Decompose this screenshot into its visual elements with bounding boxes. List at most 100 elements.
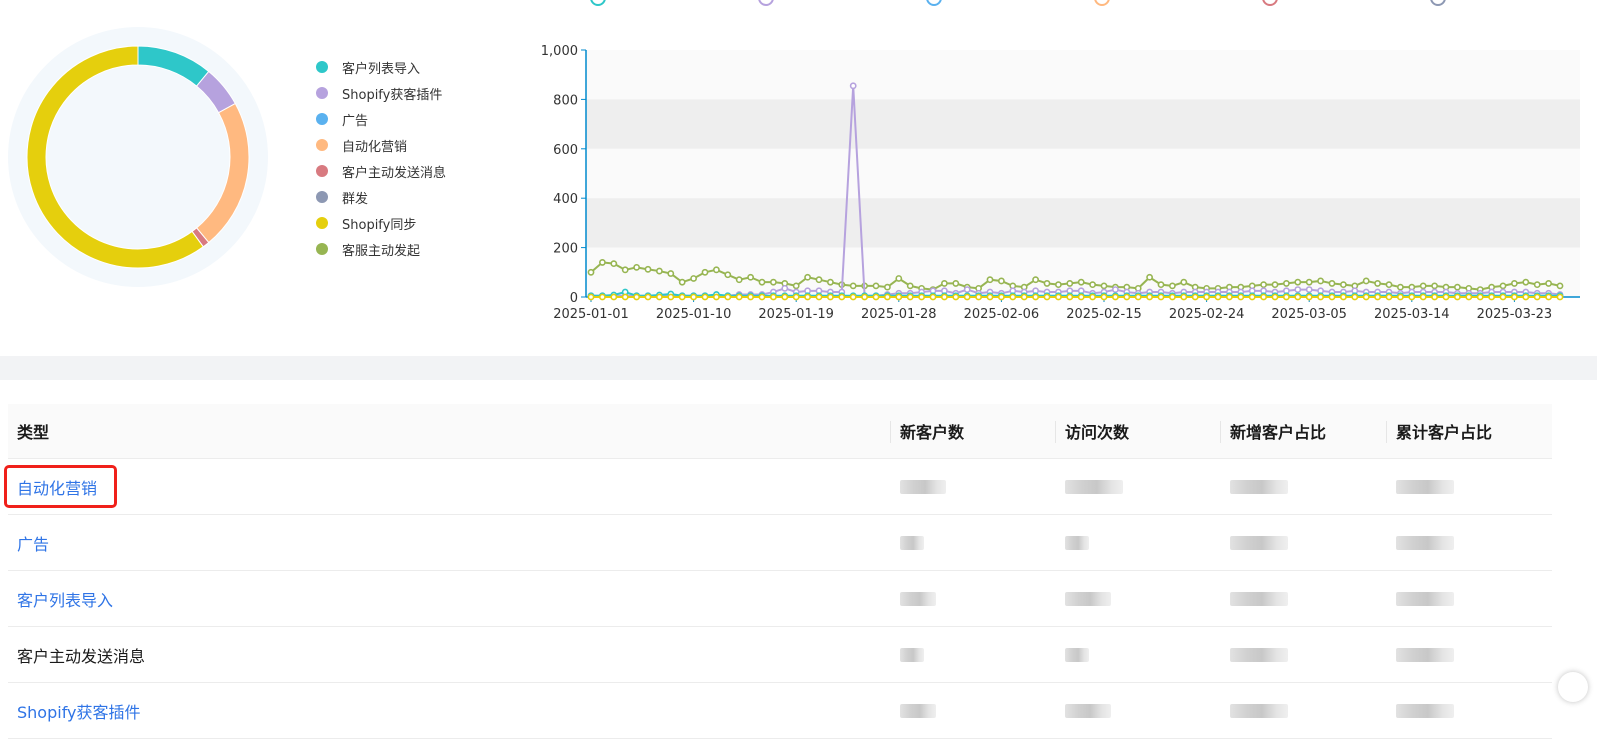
series-point[interactable] (815, 276, 823, 284)
series-point[interactable] (815, 293, 823, 301)
series-point[interactable] (883, 283, 891, 291)
series-point[interactable] (895, 275, 903, 282)
series-point[interactable] (872, 293, 880, 301)
series-point[interactable] (906, 293, 914, 301)
series-point[interactable] (940, 280, 948, 287)
series-point[interactable] (1237, 293, 1245, 301)
series-point[interactable] (792, 282, 800, 290)
column-divider[interactable] (1055, 421, 1056, 443)
series-point[interactable] (1499, 293, 1507, 301)
series-point[interactable] (735, 276, 743, 284)
series-point[interactable] (621, 293, 629, 301)
series-point[interactable] (929, 293, 937, 301)
column-divider[interactable] (890, 421, 891, 443)
series-point[interactable] (1419, 293, 1427, 301)
series-point[interactable] (1180, 278, 1188, 286)
series-point[interactable] (1305, 286, 1313, 293)
series-point[interactable] (1431, 293, 1438, 301)
series-point[interactable] (826, 293, 834, 301)
series-point[interactable] (781, 293, 789, 301)
series-point[interactable] (883, 293, 891, 301)
series-point[interactable] (1374, 280, 1381, 287)
series-point[interactable] (667, 270, 675, 277)
series-point[interactable] (1066, 280, 1074, 287)
series-point[interactable] (1385, 293, 1393, 301)
series-point[interactable] (918, 293, 925, 301)
series-point[interactable] (1294, 293, 1302, 301)
series-point[interactable] (1214, 293, 1222, 301)
series-point[interactable] (1134, 293, 1142, 301)
series-point[interactable] (952, 293, 960, 301)
series-point[interactable] (1522, 278, 1530, 286)
series-point[interactable] (1488, 293, 1495, 301)
series-point[interactable] (1146, 273, 1153, 281)
series-point[interactable] (644, 265, 652, 273)
series-point[interactable] (1533, 293, 1541, 301)
series-point[interactable] (1009, 293, 1017, 301)
series-point[interactable] (1248, 293, 1256, 301)
series-point[interactable] (1077, 293, 1085, 301)
series-point[interactable] (1055, 281, 1062, 289)
legend-item[interactable]: Shopify获客插件 (316, 80, 446, 106)
series-point[interactable] (1522, 293, 1530, 301)
series-point[interactable] (1499, 282, 1507, 290)
series-point[interactable] (690, 275, 697, 282)
series-point[interactable] (1556, 293, 1564, 301)
series-point[interactable] (678, 278, 686, 286)
series-point[interactable] (997, 277, 1005, 285)
series-point[interactable] (1260, 281, 1267, 289)
series-point[interactable] (655, 267, 663, 275)
series-point[interactable] (712, 293, 720, 301)
series-point[interactable] (804, 293, 811, 301)
legend-item[interactable]: 自动化营销 (316, 132, 446, 158)
series-point[interactable] (849, 293, 857, 301)
series-point[interactable] (758, 293, 766, 301)
series-point[interactable] (1442, 293, 1450, 301)
series-point[interactable] (1043, 293, 1051, 301)
series-point[interactable] (1271, 281, 1279, 289)
series-point[interactable] (1533, 281, 1541, 289)
column-divider[interactable] (1386, 421, 1387, 443)
series-point[interactable] (1362, 293, 1370, 301)
series-point[interactable] (963, 286, 971, 293)
series-point[interactable] (1020, 293, 1028, 301)
series-point[interactable] (769, 278, 777, 286)
type-link[interactable]: 客户列表导入 (17, 587, 113, 611)
series-point[interactable] (1408, 293, 1416, 301)
series-point[interactable] (906, 282, 914, 290)
series-point[interactable] (724, 271, 732, 279)
series-point[interactable] (1157, 281, 1165, 289)
series-point[interactable] (1545, 293, 1552, 301)
series-point[interactable] (724, 293, 732, 301)
type-link[interactable]: Shopify获客插件 (17, 699, 141, 723)
series-point[interactable] (1100, 282, 1108, 290)
series-point[interactable] (701, 268, 709, 276)
series-point[interactable] (986, 276, 994, 284)
series-point[interactable] (610, 260, 618, 268)
series-point[interactable] (1511, 280, 1518, 287)
series-point[interactable] (1374, 293, 1381, 301)
series-point[interactable] (1511, 293, 1518, 301)
series-point[interactable] (1169, 282, 1176, 290)
legend-item[interactable]: 客服主动发起 (316, 236, 446, 262)
series-point[interactable] (1454, 293, 1461, 301)
series-point[interactable] (1055, 293, 1062, 301)
series-point[interactable] (1123, 293, 1131, 301)
series-point[interactable] (667, 293, 675, 301)
series-point[interactable] (1100, 293, 1108, 301)
series-point[interactable] (1340, 293, 1347, 301)
series-point[interactable] (838, 293, 846, 301)
series-point[interactable] (1545, 280, 1552, 287)
series-point[interactable] (1157, 293, 1165, 301)
type-link[interactable]: 广告 (17, 531, 49, 555)
series-point[interactable] (963, 293, 971, 301)
series-point[interactable] (1465, 293, 1473, 301)
series-point[interactable] (1340, 281, 1347, 289)
series-point[interactable] (781, 284, 789, 292)
series-point[interactable] (599, 259, 606, 266)
series-point[interactable] (655, 293, 663, 301)
series-point[interactable] (1146, 293, 1153, 301)
series-point[interactable] (1180, 293, 1188, 301)
series-point[interactable] (1112, 286, 1119, 293)
series-point[interactable] (1089, 281, 1096, 289)
